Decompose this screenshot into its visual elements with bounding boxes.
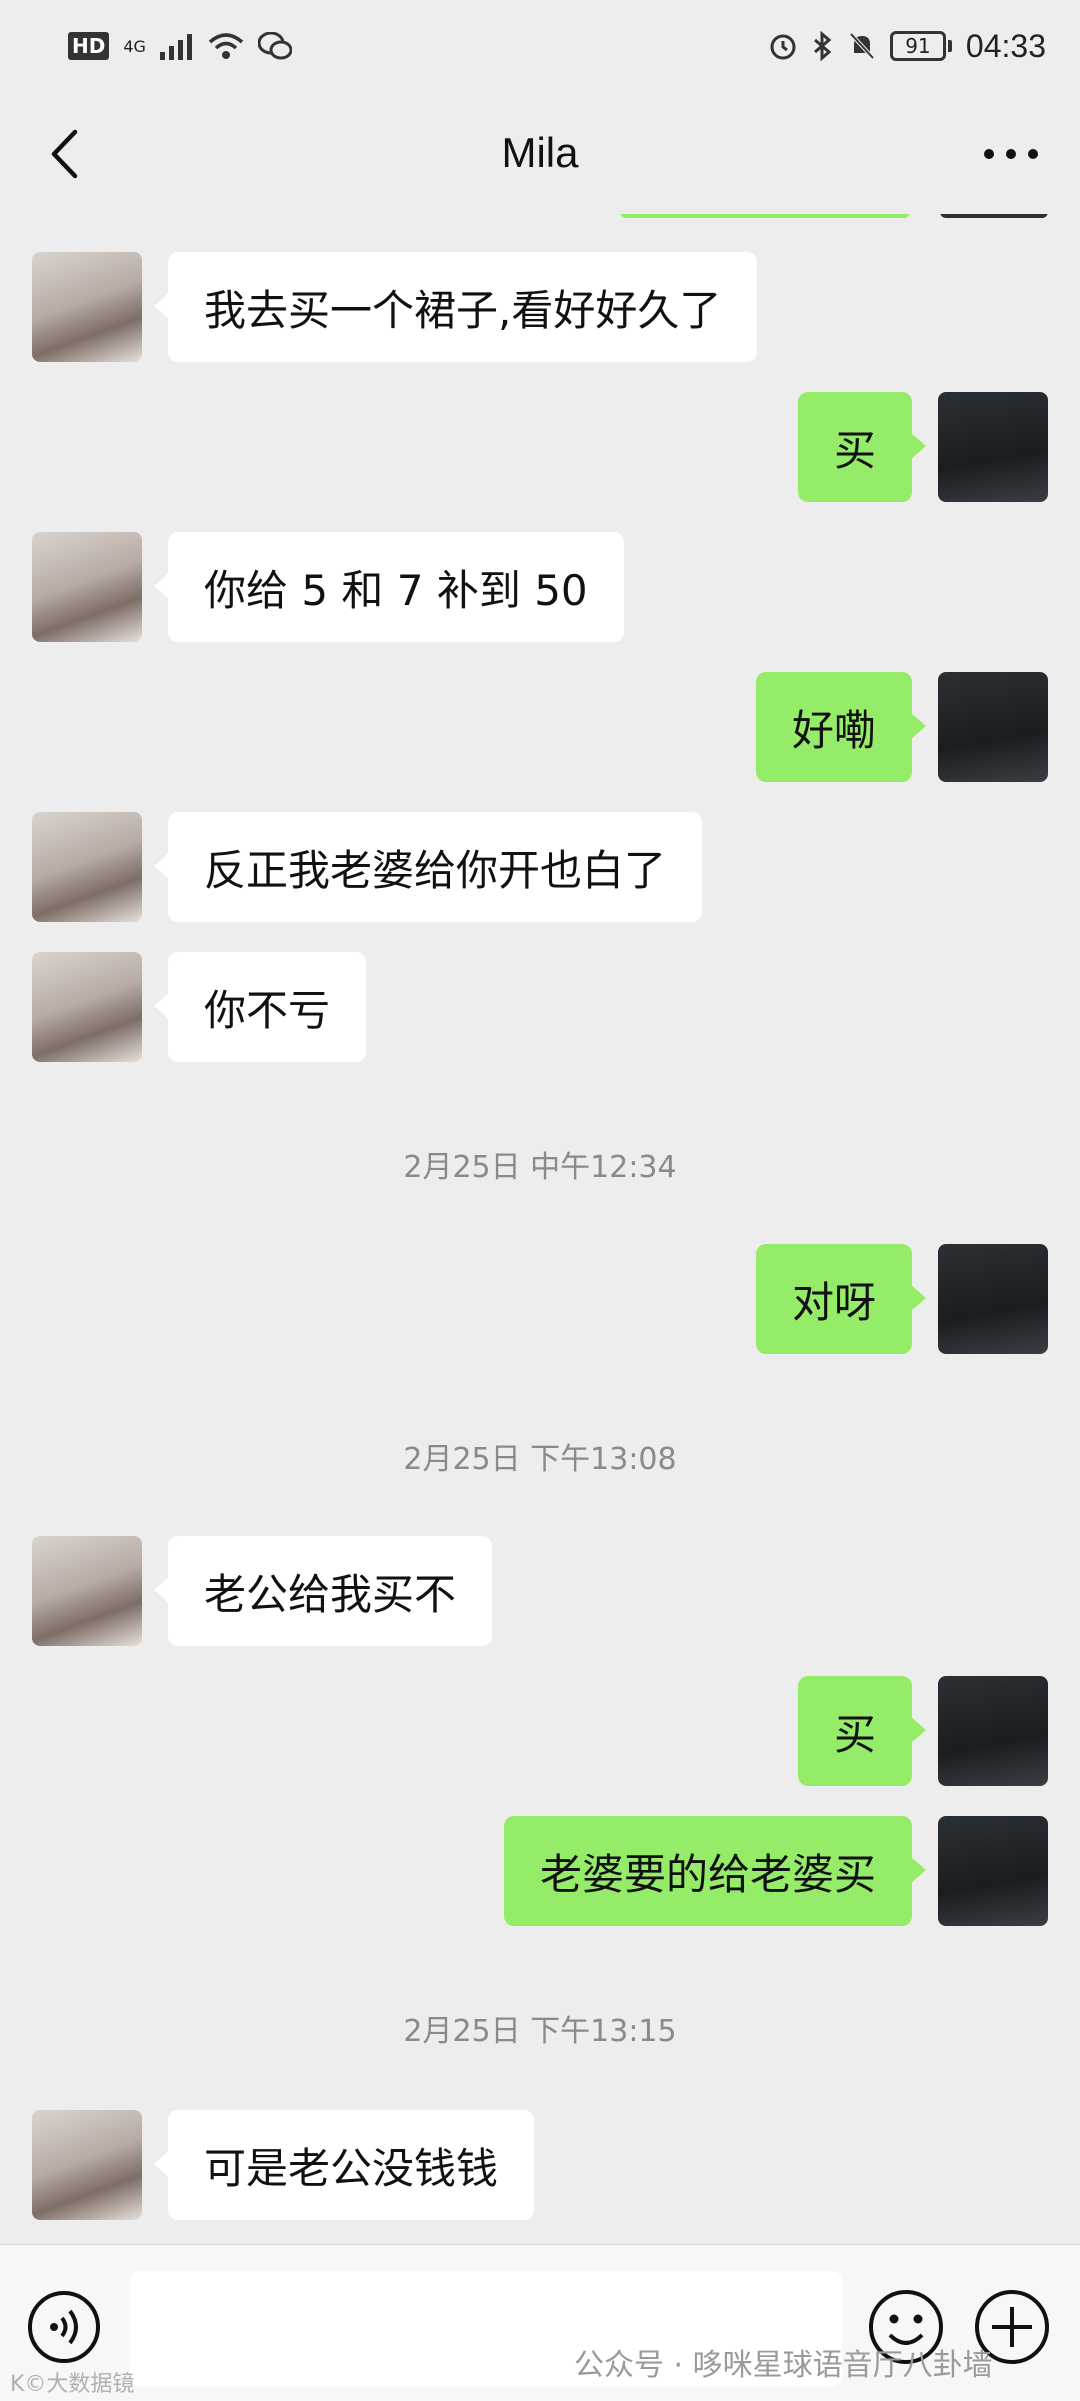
message-row: 反正我老婆给你开也白了 — [0, 812, 1080, 922]
message-bubble[interactable]: 我去买一个裙子,看好好久了 — [153, 252, 758, 362]
more-button[interactable] — [976, 124, 1046, 184]
contact-avatar[interactable] — [32, 2110, 142, 2220]
timestamp: 2月25日 中午12:34 — [403, 1150, 677, 1185]
message-bubble[interactable]: 老公给我买不 — [153, 1536, 493, 1646]
previous-message-peek — [620, 214, 910, 218]
my-avatar[interactable] — [938, 1676, 1048, 1786]
message-row: 你给 5 和 7 补到 50 — [0, 532, 1080, 642]
chat-history[interactable]: 我去买一个裙子,看好好久了 买 你给 5 和 7 补到 50 好嘞 反正我老婆给… — [0, 214, 1080, 2244]
battery-icon: 91 — [889, 31, 946, 61]
more-dots-icon — [984, 149, 1038, 159]
voice-icon — [28, 2291, 100, 2363]
message-bubble[interactable]: 买 — [797, 392, 927, 502]
message-row: 我去买一个裙子,看好好久了 — [0, 252, 1080, 362]
message-bubble[interactable]: 买 — [797, 1676, 927, 1786]
alarm-icon — [770, 34, 796, 60]
my-avatar[interactable] — [938, 672, 1048, 782]
clock: 04:33 — [965, 27, 1046, 64]
wifi-icon — [208, 33, 244, 59]
contact-avatar[interactable] — [32, 532, 142, 642]
message-bubble[interactable]: 你给 5 和 7 补到 50 — [154, 532, 624, 642]
my-avatar[interactable] — [938, 392, 1048, 502]
status-right: 91 04:33 — [768, 28, 1046, 65]
message-bubble[interactable]: 老婆要的给老婆买 — [503, 1816, 927, 1926]
battery-tip — [947, 40, 952, 52]
message-row: 买 — [0, 392, 1080, 502]
message-bubble[interactable]: 反正我老婆给你开也白了 — [153, 812, 703, 922]
my-avatar[interactable] — [938, 1816, 1048, 1926]
mute-bell-icon — [849, 32, 875, 60]
message-row: 好嘞 — [0, 672, 1080, 782]
signal-icon — [159, 34, 192, 60]
voice-button[interactable] — [26, 2289, 102, 2365]
message-bubble[interactable]: 对呀 — [755, 1244, 927, 1354]
network-label: 4G — [123, 36, 146, 56]
back-button[interactable] — [34, 124, 94, 184]
message-bubble[interactable]: 你不亏 — [153, 952, 367, 1062]
contact-avatar[interactable] — [32, 252, 142, 362]
contact-avatar[interactable] — [32, 952, 142, 1062]
hd-badge: HD — [68, 32, 110, 60]
corner-watermark: K©大数据镜 — [10, 2372, 135, 2397]
chat-title: Mila — [501, 129, 579, 176]
wechat-icon — [257, 32, 292, 60]
contact-avatar[interactable] — [32, 1536, 142, 1646]
chevron-left-icon — [51, 129, 78, 179]
message-row: 老婆要的给老婆买 — [0, 1816, 1080, 1926]
message-row: 买 — [0, 1676, 1080, 1786]
my-avatar[interactable] — [938, 1244, 1048, 1354]
status-bar: HD 4G 91 04:33 — [0, 0, 1080, 92]
previous-avatar-peek — [940, 214, 1048, 218]
nav-bar: Mila — [0, 92, 1080, 214]
message-row: 对呀 — [0, 1244, 1080, 1354]
message-row: 老公给我买不 — [0, 1536, 1080, 1646]
message-bubble[interactable]: 好嘞 — [755, 672, 927, 782]
message-row: 可是老公没钱钱 — [0, 2110, 1080, 2220]
timestamp: 2月25日 下午13:08 — [403, 1442, 677, 1477]
contact-avatar[interactable] — [32, 812, 142, 922]
message-bubble[interactable]: 可是老公没钱钱 — [153, 2110, 535, 2220]
bluetooth-icon — [813, 31, 832, 61]
message-row: 你不亏 — [0, 952, 1080, 1062]
timestamp: 2月25日 下午13:15 — [403, 2014, 677, 2049]
status-left: HD 4G — [68, 32, 292, 60]
watermark: 公众号 · 哆咪星球语音厅八卦墙 — [574, 2348, 993, 2383]
